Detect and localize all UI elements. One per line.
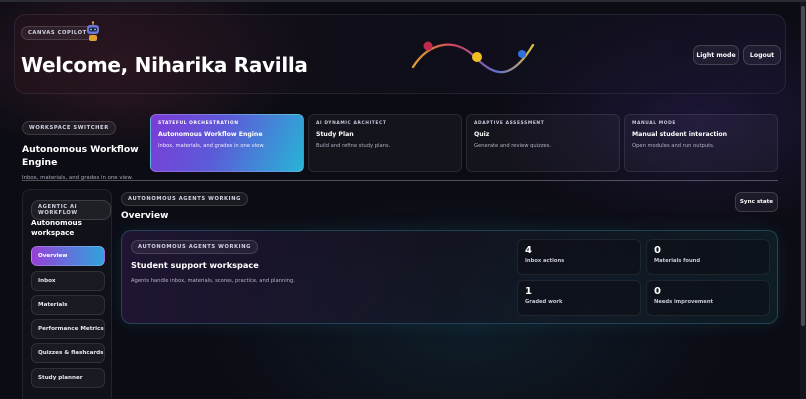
card-kicker: STATEFUL ORCHESTRATION	[158, 121, 239, 126]
card-kicker: MANUAL MODE	[632, 121, 676, 126]
wave-illustration-icon	[411, 41, 535, 74]
stat-label: Materials found	[654, 258, 701, 264]
card-description: Inbox, materials, and grades in one view…	[158, 143, 265, 149]
sidebar-item-quizzes-flashcards[interactable]: Quizzes & flashcards	[31, 343, 105, 363]
card-description: Open modules and run outputs.	[632, 143, 715, 149]
workspace-title: Autonomous Workflow Engine	[22, 144, 139, 168]
scrollbar-thumb[interactable]	[801, 6, 805, 326]
workspace-card-manual-mode[interactable]: MANUAL MODE Manual student interaction O…	[624, 114, 778, 172]
stat-value: 0	[654, 286, 661, 297]
workspace-switcher-label: WORKSPACE SWITCHER	[22, 121, 116, 135]
agents-status-badge: AUTONOMOUS AGENTS WORKING	[121, 192, 249, 206]
overview-panel: AUTONOMOUS AGENTS WORKING Student suppor…	[121, 230, 778, 324]
workspace-card-workflow-engine[interactable]: STATEFUL ORCHESTRATION Autonomous Workfl…	[150, 114, 304, 172]
page-title: Overview	[121, 211, 169, 221]
stat-value: 1	[525, 286, 532, 297]
card-kicker: ADAPTIVE ASSESSMENT	[474, 121, 545, 126]
card-title: Autonomous Workflow Engine	[158, 131, 263, 138]
card-description: Build and refine study plans.	[316, 143, 391, 149]
sidebar-label: AGENTIC AI WORKFLOW	[31, 200, 111, 220]
card-title: Manual student interaction	[632, 131, 728, 138]
sync-state-button[interactable]: Sync state	[735, 192, 778, 212]
stat-graded-work: 1 Graded work	[517, 280, 641, 316]
card-description: Generate and review quizzes.	[474, 143, 552, 149]
stat-label: Needs improvement	[654, 299, 714, 305]
panel-status-badge: AUTONOMOUS AGENTS WORKING	[131, 240, 259, 254]
sidebar-item-inbox[interactable]: Inbox	[31, 271, 105, 291]
light-mode-button[interactable]: Light mode	[693, 45, 739, 65]
welcome-heading: Welcome, Niharika Ravilla	[21, 53, 308, 77]
stat-inbox-actions: 4 Inbox actions	[517, 239, 641, 275]
sidebar: AGENTIC AI WORKFLOW Autonomous workspace…	[22, 189, 112, 399]
stat-value: 0	[654, 245, 661, 256]
stat-materials-found: 0 Materials found	[646, 239, 770, 275]
section-divider	[22, 180, 778, 181]
header-banner: CANVAS COPILOT Welcome, Niharika Ravilla…	[14, 14, 786, 94]
workspace-switcher: WORKSPACE SWITCHER Autonomous Workflow E…	[22, 114, 144, 181]
stat-needs-improvement: 0 Needs improvement	[646, 280, 770, 316]
card-title: Quiz	[474, 131, 490, 138]
stat-label: Inbox actions	[525, 258, 565, 264]
card-title: Study Plan	[316, 131, 354, 138]
sidebar-item-overview[interactable]: Overview	[31, 246, 105, 266]
page-scrollbar[interactable]	[800, 2, 806, 399]
workspace-card-quiz[interactable]: ADAPTIVE ASSESSMENT Quiz Generate and re…	[466, 114, 620, 172]
window-top-edge	[0, 0, 806, 2]
stat-label: Graded work	[525, 299, 563, 305]
panel-description: Agents handle inbox, materials, scores, …	[131, 278, 295, 284]
workspace-card-study-plan[interactable]: AI DYNAMIC ARCHITECT Study Plan Build an…	[308, 114, 462, 172]
stat-value: 4	[525, 245, 532, 256]
logout-button[interactable]: Logout	[743, 45, 781, 65]
card-kicker: AI DYNAMIC ARCHITECT	[316, 121, 387, 126]
brand-badge: CANVAS COPILOT	[21, 26, 94, 40]
sidebar-item-materials[interactable]: Materials	[31, 295, 105, 315]
panel-title: Student support workspace	[131, 260, 259, 270]
sidebar-title: Autonomous workspace	[31, 218, 82, 237]
sidebar-item-performance-metrics[interactable]: Performance Metrics	[31, 319, 105, 339]
robot-icon	[87, 21, 99, 41]
sidebar-item-study-planner[interactable]: Study planner	[31, 368, 105, 388]
